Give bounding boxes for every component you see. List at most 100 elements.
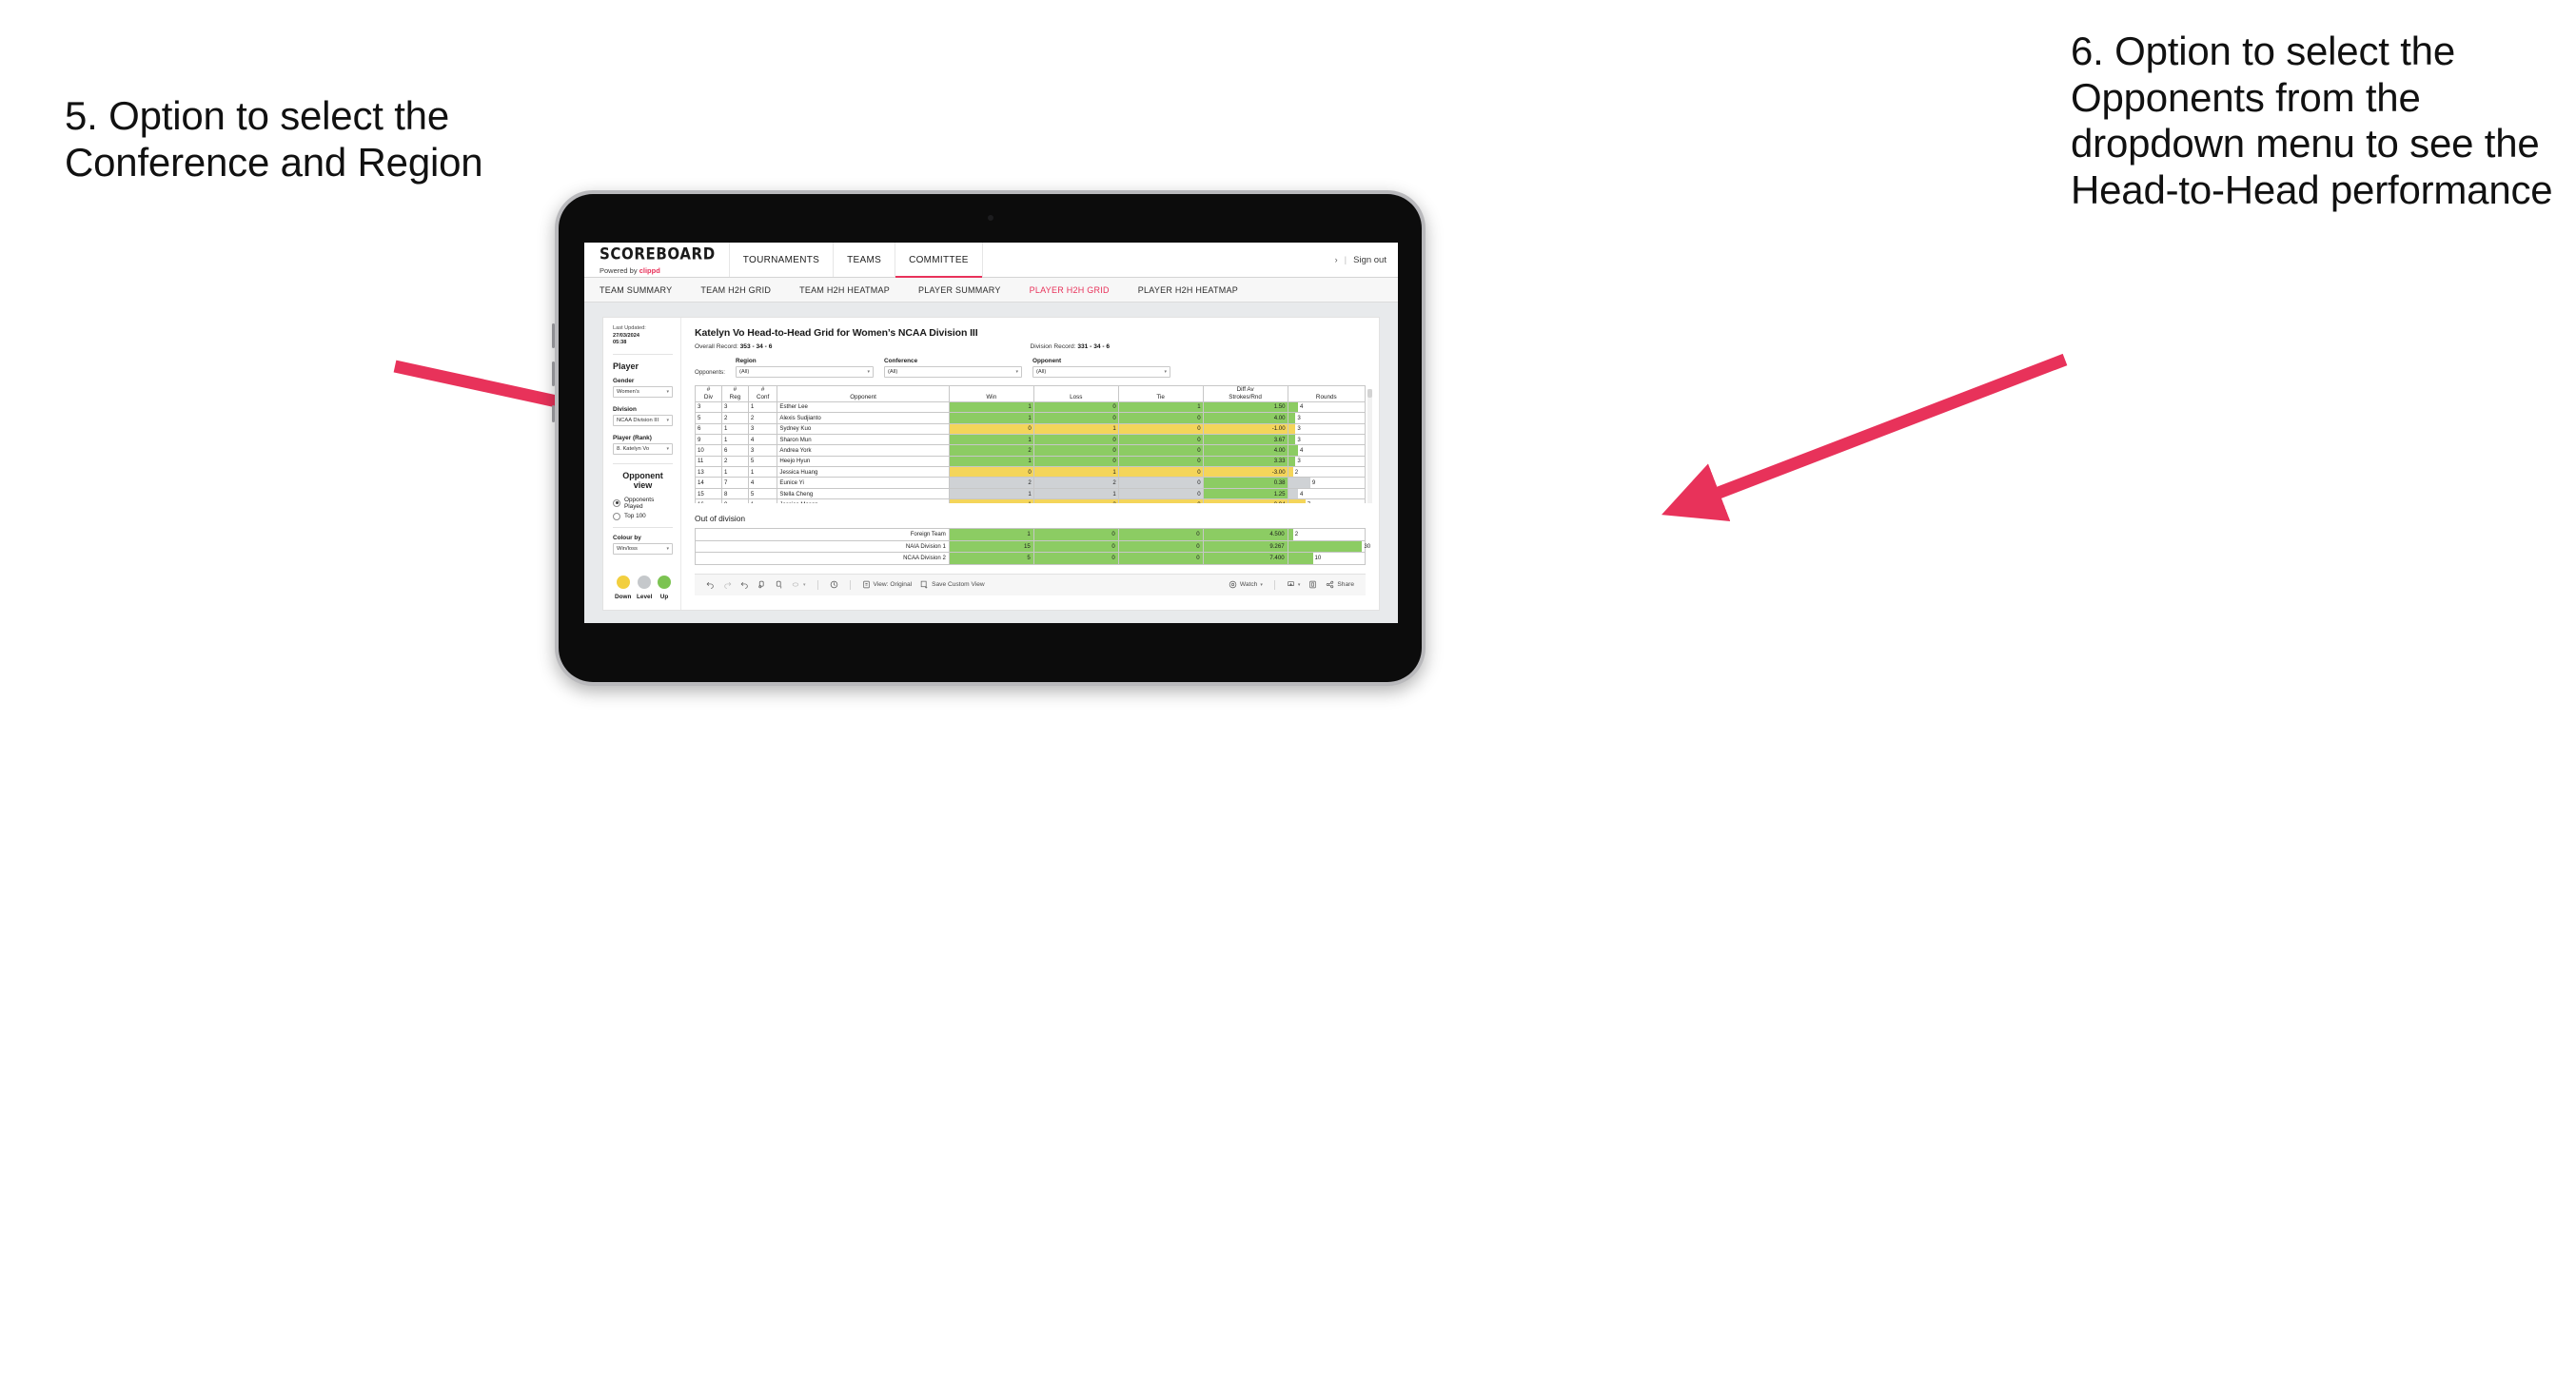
cell: 9 — [695, 433, 722, 446]
cell: 1 — [948, 433, 1034, 446]
view-original-button[interactable]: View: Original — [862, 580, 912, 589]
cell: 3 — [747, 422, 778, 435]
division-record-label: Division Record: — [1030, 343, 1078, 350]
watch-button[interactable]: Watch ▾ — [1229, 580, 1263, 589]
cell: 4.500 — [1202, 528, 1288, 541]
radio-top-100[interactable]: Top 100 — [613, 512, 673, 520]
col-tie: Tie — [1117, 385, 1204, 402]
table-header-row: # Div # Reg # Conf Opponent Win Loss Tie Di… — [695, 385, 1366, 402]
chevron-down-icon: ▾ — [666, 445, 669, 452]
cell: 1 — [948, 528, 1034, 541]
chevron-down-icon: ▾ — [1164, 369, 1167, 375]
filter-conference-label: Conference — [884, 358, 918, 364]
table-row[interactable]: 13 1 1 Jessica Huang 0 1 0 -3.00 2 — [695, 466, 1366, 478]
volume-button-down[interactable] — [552, 361, 555, 386]
subnav-item-team-summary[interactable]: TEAM SUMMARY — [600, 285, 672, 295]
subnav-item-team-h2h-grid[interactable]: TEAM H2H GRID — [700, 285, 771, 295]
out-of-division-body: Foreign Team 1 0 0 4.500 2 NAIA Division 1 15 0 0… — [695, 528, 1370, 565]
cell: 1.25 — [1202, 487, 1288, 500]
table-row[interactable]: 9 1 4 Sharon Mun 1 0 0 3.67 3 — [695, 433, 1366, 446]
table-row[interactable]: NCAA Division 2 5 0 0 7.400 10 — [695, 552, 1367, 565]
subnav-item-player-h2h-grid[interactable]: PLAYER H2H GRID — [1030, 285, 1110, 295]
cell: Sharon Mun — [777, 433, 950, 446]
rounds-bar — [1288, 413, 1296, 423]
table-row[interactable]: 14 7 4 Eunice Yi 2 2 0 0.38 9 — [695, 477, 1366, 489]
refresh-icon[interactable] — [757, 580, 766, 589]
cell: NAIA Division 1 — [695, 539, 950, 554]
cell: 1 — [720, 422, 749, 435]
download-button[interactable]: ▾ — [1287, 580, 1300, 589]
power-button[interactable] — [552, 405, 555, 422]
grid-vertical-scrollbar[interactable] — [1367, 389, 1372, 503]
cell: 2 — [948, 477, 1034, 489]
subnav-item-player-summary[interactable]: PLAYER SUMMARY — [918, 285, 1001, 295]
h2h-grid-scroll[interactable]: # Div # Reg # Conf Opponent Win Loss Tie Di… — [695, 378, 1366, 503]
table-row[interactable]: 15 8 5 Stella Cheng 1 1 0 1.25 4 — [695, 487, 1366, 500]
topnav-item-committee[interactable]: COMMITTEE — [895, 243, 983, 278]
conference-select[interactable]: (All) ▾ — [884, 366, 1022, 378]
header-separator: | — [1344, 254, 1347, 265]
table-row[interactable]: 5 2 2 Alexis Sudjianto 1 0 0 4.00 3 — [695, 412, 1366, 424]
rounds-bar — [1288, 488, 1298, 499]
rounds-value: 4 — [1299, 403, 1304, 411]
table-row[interactable]: Foreign Team 1 0 0 4.500 2 — [695, 528, 1367, 541]
region-select[interactable]: (All) ▾ — [736, 366, 874, 378]
rounds-value: 4 — [1299, 446, 1304, 454]
table-row[interactable]: 1691Jessica Mason120-0.947 — [695, 498, 1366, 503]
cell: 5 — [747, 455, 778, 468]
rounds-bar-cell: 4 — [1287, 444, 1366, 457]
sign-out-link[interactable]: Sign out — [1353, 255, 1386, 265]
cell: 8 — [720, 487, 749, 500]
opponents-filter-label: Opponents: — [695, 369, 725, 376]
cell: 0 — [1117, 528, 1204, 541]
revert-icon[interactable] — [740, 580, 749, 590]
division-select[interactable]: NCAA Division III ▾ — [613, 414, 673, 426]
table-row[interactable]: 10 6 3 Andrea York 2 0 0 4.00 4 — [695, 444, 1366, 457]
radio-opponents-played[interactable]: Opponents Played — [613, 497, 673, 510]
opponent-select[interactable]: (All) ▾ — [1032, 366, 1170, 378]
pause-auto-update-icon[interactable] — [830, 580, 838, 589]
legend-label-level: Level — [637, 593, 653, 600]
brand-logo[interactable]: SCOREBOARD Powered by clippd — [584, 243, 730, 277]
legend-label-up: Up — [659, 593, 669, 600]
topnav-item-tournaments[interactable]: TOURNAMENTS — [730, 243, 835, 277]
volume-button-up[interactable] — [552, 323, 555, 348]
undo-icon[interactable] — [706, 580, 715, 590]
subnav-item-player-h2h-heatmap[interactable]: PLAYER H2H HEATMAP — [1138, 285, 1238, 295]
cell: Sydney Kuo — [777, 422, 950, 435]
out-of-division-title: Out of division — [695, 514, 746, 523]
cell: Eunice Yi — [777, 477, 950, 489]
player-rank-select[interactable]: 8. Katelyn Vo ▾ — [613, 442, 673, 455]
redo-icon[interactable] — [723, 580, 732, 590]
share-label: Share — [1337, 581, 1354, 589]
table-row[interactable]: 3 3 1 Esther Lee 1 0 1 1.50 4 — [695, 400, 1366, 414]
chevron-right-icon[interactable]: › — [1335, 255, 1338, 264]
cell: 5 — [747, 487, 778, 500]
h2h-grid-table: # Div # Reg # Conf Opponent Win Loss Tie Di… — [695, 385, 1366, 503]
cell: -0.94 — [1202, 498, 1288, 503]
report-main: Katelyn Vo Head-to-Head Grid for Women’s… — [681, 318, 1379, 610]
fullscreen-icon[interactable] — [1308, 580, 1317, 589]
chevron-down-icon: ▾ — [1015, 369, 1018, 375]
share-button[interactable]: Share — [1326, 580, 1354, 589]
cell: 1 — [948, 412, 1034, 424]
grid-scrollbar-thumb[interactable] — [1367, 389, 1372, 398]
shape-dropdown-icon[interactable]: ▾ — [792, 580, 806, 589]
rounds-bar-cell: 7 — [1287, 498, 1366, 503]
brand-name: SCOREBOARD — [600, 244, 716, 264]
cell: 0 — [948, 422, 1034, 435]
table-row[interactable]: 11 2 5 Heejo Hyun 1 0 0 3.33 3 — [695, 455, 1366, 468]
pause-icon[interactable] — [775, 580, 783, 589]
colour-by-select[interactable]: Win/loss ▾ — [613, 542, 673, 555]
cell: 1 — [1117, 400, 1204, 414]
save-custom-view-button[interactable]: Save Custom View — [920, 580, 985, 589]
subnav-item-team-h2h-heatmap[interactable]: TEAM H2H HEATMAP — [799, 285, 890, 295]
top-navigation: TOURNAMENTS TEAMS COMMITTEE — [730, 243, 983, 278]
gender-select[interactable]: Women’s ▾ — [613, 385, 673, 398]
table-row[interactable]: NAIA Division 1 15 0 0 9.267 30 — [695, 539, 1370, 554]
topnav-item-teams[interactable]: TEAMS — [834, 243, 896, 277]
h2h-grid-wrapper: # Div # Reg # Conf Opponent Win Loss Tie Di… — [695, 378, 1372, 503]
rounds-bar-cell: 10 — [1287, 552, 1367, 565]
table-row[interactable]: 6 1 3 Sydney Kuo 0 1 0 -1.00 3 — [695, 422, 1366, 435]
cell: 1 — [720, 466, 749, 478]
